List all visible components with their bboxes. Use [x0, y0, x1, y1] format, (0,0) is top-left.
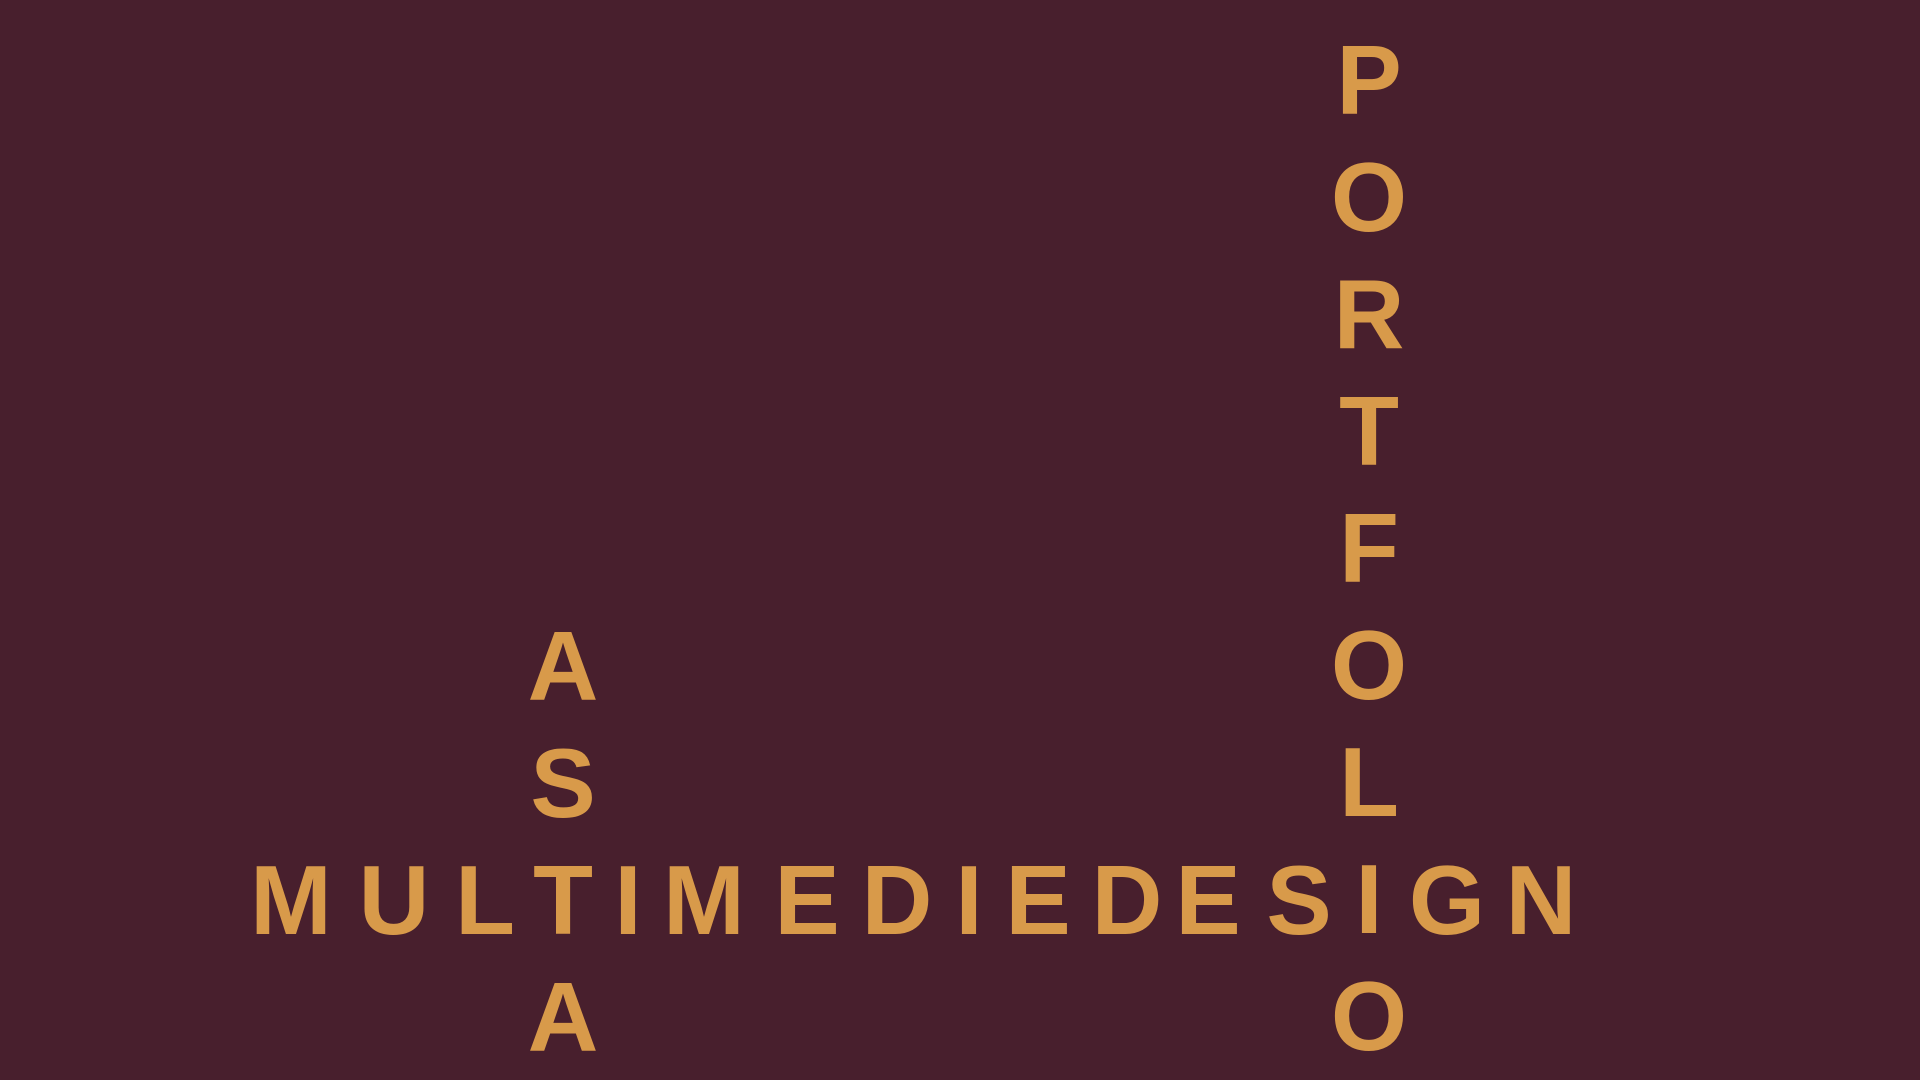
asta-letter-a2: A: [527, 962, 599, 1072]
portfolio-letter-o2: O: [1330, 610, 1408, 720]
multimediedesign-letter-u: U: [358, 845, 430, 955]
portfolio-letter-p: P: [1336, 25, 1402, 135]
multimediedesign-letter-s: S: [1266, 845, 1332, 955]
portfolio-letter-o3: O: [1330, 961, 1408, 1071]
multimediedesign-letter-m1: M: [250, 845, 332, 955]
portfolio-letter-l: L: [1339, 727, 1399, 837]
multimediedesign-letter-l: L: [455, 845, 515, 955]
multimediedesign-letter-e1: E: [774, 845, 840, 955]
multimediedesign-letter-e3: E: [1175, 845, 1241, 955]
portfolio-letter-f: F: [1339, 493, 1399, 603]
portfolio-letter-o1: O: [1330, 142, 1408, 252]
asta-letter-a1: A: [527, 611, 599, 721]
multimediedesign-letter-m2: M: [663, 845, 745, 955]
portfolio-title-canvas: { "words": { "asta": { "text": "ASTA", "…: [0, 0, 1920, 1080]
multimediedesign-letter-n: N: [1505, 845, 1577, 955]
portfolio-letter-t: T: [1339, 376, 1399, 486]
asta-letter-s: S: [530, 728, 596, 838]
portfolio-letter-r: R: [1333, 259, 1405, 369]
multimediedesign-letter-g: G: [1408, 845, 1486, 955]
multimediedesign-letter-e2: E: [1005, 845, 1071, 955]
